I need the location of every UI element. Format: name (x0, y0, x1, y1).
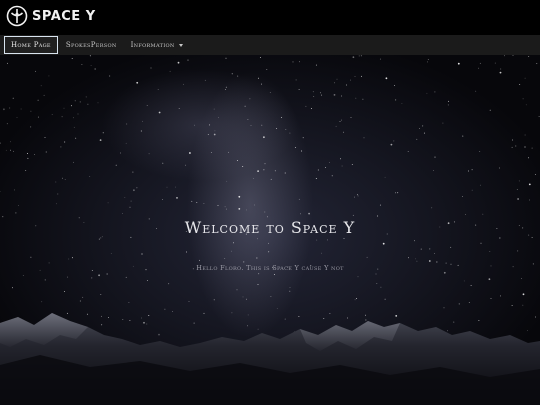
brand-name: SPACE Y (32, 8, 96, 24)
nav-home-page-label: Home Page (11, 41, 51, 49)
site-header: SPACE Y (0, 0, 540, 35)
space-y-emblem-icon (6, 5, 28, 27)
nav-spokesperson[interactable]: SpokesPerson (60, 36, 123, 54)
nav-spokesperson-label: SpokesPerson (65, 41, 117, 49)
nav-information-dropdown[interactable]: Information (125, 36, 189, 54)
hero-title: Welcome to Space Y (184, 218, 356, 237)
hero-subtitle: Hello Floro. This is Space Y cause Y not (196, 264, 344, 272)
caret-down-icon (178, 43, 183, 47)
main-navbar: Home Page SpokesPerson Information (0, 35, 540, 55)
nav-information-label: Information (130, 41, 175, 49)
nav-home-page[interactable]: Home Page (4, 36, 58, 54)
hero-banner: Welcome to Space Y Hello Floro. This is … (0, 55, 540, 405)
brand-logo[interactable]: SPACE Y (6, 5, 96, 27)
